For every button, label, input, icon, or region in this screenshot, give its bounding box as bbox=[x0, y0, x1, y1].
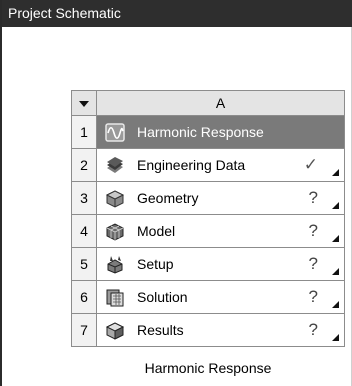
cell-results[interactable]: Results ? bbox=[96, 313, 345, 347]
status-check-icon: ✓ bbox=[303, 155, 318, 174]
row-number: 7 bbox=[71, 313, 97, 347]
table-row[interactable]: 6 Solution ? bbox=[71, 280, 345, 314]
chevron-down-icon bbox=[79, 101, 89, 107]
cell-label: Model bbox=[137, 223, 176, 239]
status-question-icon: ? bbox=[308, 188, 318, 207]
geometry-icon bbox=[105, 190, 125, 208]
cell-engineering-data[interactable]: Engineering Data ✓ bbox=[96, 148, 345, 182]
cell-label: Results bbox=[137, 322, 184, 338]
row-number: 4 bbox=[71, 214, 97, 248]
corner-triangle-icon bbox=[332, 202, 339, 209]
column-header-a: A bbox=[96, 90, 345, 116]
table-row[interactable]: 4 Model ? bbox=[71, 214, 345, 248]
corner-triangle-icon bbox=[332, 301, 339, 308]
row-number: 2 bbox=[71, 148, 97, 182]
cell-setup[interactable]: Setup ? bbox=[96, 247, 345, 281]
system-table: A 1 Harmonic Response 2 Engineering Data… bbox=[71, 90, 345, 347]
table-row[interactable]: 5 Setup ? bbox=[71, 247, 345, 281]
cell-label: Solution bbox=[137, 289, 188, 305]
cell-solution[interactable]: Solution ? bbox=[96, 280, 345, 314]
corner-triangle-icon bbox=[332, 334, 339, 341]
system-menu-dropdown[interactable] bbox=[71, 90, 97, 116]
table-row[interactable]: 1 Harmonic Response bbox=[71, 115, 345, 149]
cell-label: Engineering Data bbox=[137, 157, 246, 173]
row-number: 5 bbox=[71, 247, 97, 281]
row-number: 6 bbox=[71, 280, 97, 314]
setup-icon bbox=[107, 256, 123, 274]
cell-harmonic-response[interactable]: Harmonic Response bbox=[96, 115, 345, 149]
results-icon bbox=[105, 322, 125, 340]
cell-geometry[interactable]: Geometry ? bbox=[96, 181, 345, 215]
corner-triangle-icon bbox=[332, 235, 339, 242]
status-question-icon: ? bbox=[308, 254, 318, 273]
panel-title: Project Schematic bbox=[2, 0, 352, 27]
system-name-label[interactable]: Harmonic Response bbox=[71, 360, 345, 376]
analysis-system-block[interactable]: A 1 Harmonic Response 2 Engineering Data… bbox=[71, 90, 345, 347]
cell-model[interactable]: Model ? bbox=[96, 214, 345, 248]
corner-triangle-icon bbox=[332, 268, 339, 275]
table-header-row: A bbox=[71, 90, 345, 116]
solution-icon bbox=[106, 289, 124, 307]
cell-label: Geometry bbox=[137, 190, 199, 206]
table-row[interactable]: 2 Engineering Data ✓ bbox=[71, 148, 345, 182]
cell-label: Harmonic Response bbox=[137, 124, 264, 140]
status-question-icon: ? bbox=[308, 221, 318, 240]
table-row[interactable]: 7 Results ? bbox=[71, 313, 345, 347]
corner-triangle-icon bbox=[332, 169, 339, 176]
engineering-data-icon bbox=[107, 157, 123, 173]
status-question-icon: ? bbox=[308, 287, 318, 306]
table-row[interactable]: 3 Geometry ? bbox=[71, 181, 345, 215]
model-icon bbox=[106, 223, 124, 241]
cell-label: Setup bbox=[137, 256, 174, 272]
project-schematic-panel: Project Schematic A 1 Harmonic Response bbox=[0, 0, 352, 386]
row-number: 1 bbox=[71, 115, 97, 149]
status-question-icon: ? bbox=[308, 320, 318, 339]
harmonic-response-icon bbox=[105, 123, 125, 142]
row-number: 3 bbox=[71, 181, 97, 215]
